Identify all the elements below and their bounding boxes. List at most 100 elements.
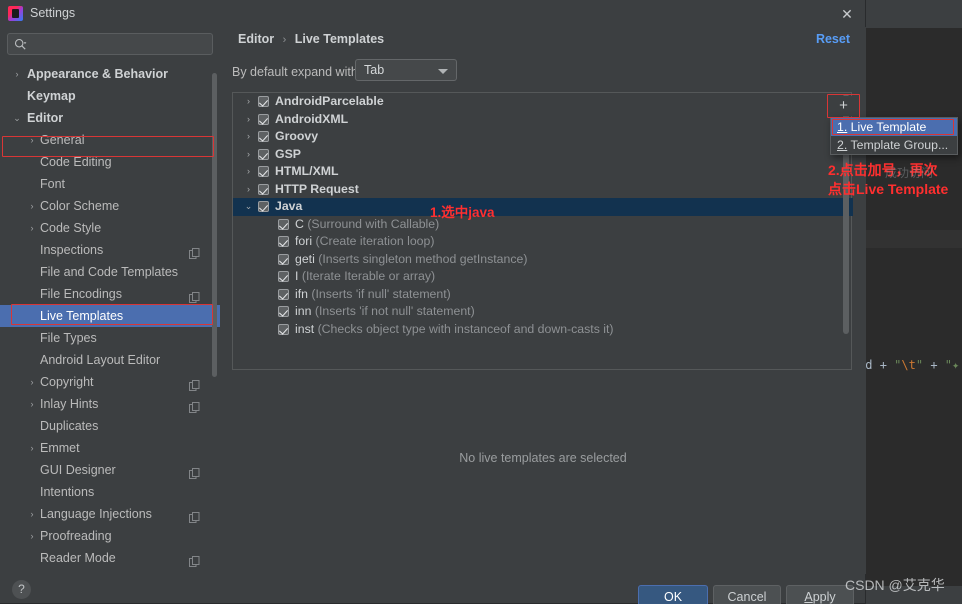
sidebar-item-intentions[interactable]: Intentions	[0, 481, 220, 503]
template-group-row[interactable]: ›HTML/XML	[233, 163, 853, 181]
sidebar-item-inlay-hints[interactable]: ›Inlay Hints	[0, 393, 220, 415]
template-checkbox[interactable]	[258, 184, 269, 195]
template-checkbox[interactable]	[258, 149, 269, 160]
settings-category-tree[interactable]: ›Appearance & BehaviorKeymap⌄Editor›Gene…	[0, 63, 220, 601]
sidebar-item-appearance-behavior[interactable]: ›Appearance & Behavior	[0, 63, 220, 85]
sidebar-item-label: Editor	[27, 107, 63, 129]
sidebar-item-live-templates[interactable]: Live Templates	[0, 305, 220, 327]
sidebar-item-duplicates[interactable]: Duplicates	[0, 415, 220, 437]
breadcrumb-parent[interactable]: Editor	[238, 32, 274, 46]
template-item-row[interactable]: geti (Inserts singleton method getInstan…	[233, 251, 853, 269]
ide-editor-tab[interactable]	[866, 6, 962, 28]
ide-status-bar	[866, 586, 962, 604]
reset-link[interactable]: Reset	[816, 32, 850, 46]
chevron-right-icon[interactable]: ›	[243, 163, 254, 181]
chevron-right-icon[interactable]: ›	[243, 111, 254, 129]
template-checkbox[interactable]	[278, 236, 289, 247]
sidebar-item-file-and-code-templates[interactable]: File and Code Templates	[0, 261, 220, 283]
template-group-row[interactable]: › AndroidXML	[233, 111, 853, 129]
search-icon	[14, 38, 27, 51]
template-checkbox[interactable]	[258, 201, 269, 212]
template-checkbox[interactable]	[258, 166, 269, 177]
chevron-down-icon[interactable]: ⌄	[243, 198, 254, 216]
sidebar-item-proofreading[interactable]: ›Proofreading	[0, 525, 220, 547]
add-template-button[interactable]: +	[830, 96, 857, 116]
template-item-row[interactable]: fori (Create iteration loop)	[233, 233, 853, 251]
template-item-row[interactable]: inn (Inserts 'if not null' statement)	[233, 303, 853, 321]
template-group-row[interactable]: ›GSP	[233, 146, 853, 164]
chevron-down-icon[interactable]: ⌄	[11, 107, 23, 129]
cancel-button[interactable]: Cancel	[713, 585, 781, 604]
settings-dialog: Settings ✕ ›Appearance & BehaviorK	[0, 0, 866, 604]
chevron-right-icon[interactable]: ›	[26, 393, 38, 415]
template-item-row[interactable]: C (Surround with Callable)	[233, 216, 853, 234]
template-group-row[interactable]: ⌄Java	[233, 198, 853, 216]
template-checkbox[interactable]	[278, 306, 289, 317]
ide-editor-area	[866, 6, 962, 604]
template-group-name: AndroidXML	[275, 111, 348, 129]
chevron-right-icon[interactable]: ›	[26, 503, 38, 525]
chevron-right-icon[interactable]: ›	[26, 217, 38, 239]
popup-menu-item-2[interactable]: 2. Template Group...	[831, 136, 957, 154]
sidebar-item-code-editing[interactable]: Code Editing	[0, 151, 220, 173]
sidebar-item-general[interactable]: ›General	[0, 129, 220, 151]
sidebar-item-reader-mode[interactable]: Reader Mode	[0, 547, 220, 569]
chevron-right-icon[interactable]: ›	[11, 63, 23, 85]
template-description: (Inserts 'if not null' statement)	[315, 304, 475, 318]
sidebar-item-keymap[interactable]: Keymap	[0, 85, 220, 107]
search-field-wrapper	[7, 33, 213, 55]
template-checkbox[interactable]	[258, 96, 269, 107]
code-token-operator-2: +	[930, 358, 937, 372]
chevron-right-icon[interactable]: ›	[26, 129, 38, 151]
chevron-right-icon[interactable]: ›	[243, 146, 254, 164]
template-checkbox[interactable]	[278, 324, 289, 335]
ok-button[interactable]: OK	[638, 585, 708, 604]
sidebar-item-gui-designer[interactable]: GUI Designer	[0, 459, 220, 481]
add-template-popup-menu[interactable]: 1. Live Template2. Template Group...	[830, 117, 958, 155]
chevron-right-icon[interactable]: ›	[26, 195, 38, 217]
template-group-row[interactable]: ›AndroidParcelable	[233, 93, 853, 111]
template-group-row[interactable]: ›Groovy	[233, 128, 853, 146]
template-checkbox[interactable]	[258, 114, 269, 125]
expand-with-value: Tab	[364, 63, 384, 77]
chevron-right-icon[interactable]: ›	[26, 437, 38, 459]
chevron-right-icon[interactable]: ›	[26, 525, 38, 547]
sidebar-scrollbar[interactable]	[212, 73, 217, 377]
template-checkbox[interactable]	[278, 219, 289, 230]
sidebar-item-file-types[interactable]: File Types	[0, 327, 220, 349]
template-group-row[interactable]: ›HTTP Request	[233, 181, 853, 199]
sidebar-item-inspections[interactable]: Inspections	[0, 239, 220, 261]
sidebar-item-font[interactable]: Font	[0, 173, 220, 195]
template-checkbox[interactable]	[258, 131, 269, 142]
search-input[interactable]	[32, 34, 208, 54]
sidebar-item-code-style[interactable]: ›Code Style	[0, 217, 220, 239]
template-item-row[interactable]: ifn (Inserts 'if null' statement)	[233, 286, 853, 304]
template-checkbox[interactable]	[278, 254, 289, 265]
sidebar-item-color-scheme[interactable]: ›Color Scheme	[0, 195, 220, 217]
apply-button[interactable]: Apply	[786, 585, 854, 604]
help-button[interactable]: ?	[12, 580, 31, 599]
sidebar-item-copyright[interactable]: ›Copyright	[0, 371, 220, 393]
close-icon[interactable]: ✕	[838, 5, 856, 23]
sidebar-item-editor[interactable]: ⌄Editor	[0, 107, 220, 129]
sidebar-item-android-layout-editor[interactable]: Android Layout Editor	[0, 349, 220, 371]
popup-menu-item-1[interactable]: 1. Live Template	[831, 118, 957, 136]
chevron-right-icon[interactable]: ›	[26, 371, 38, 393]
expand-with-label: By default expand with	[232, 65, 358, 79]
expand-with-dropdown[interactable]: Tab	[355, 59, 457, 81]
chevron-right-icon[interactable]: ›	[243, 181, 254, 199]
search-box[interactable]	[7, 33, 213, 55]
intellij-idea-icon	[8, 6, 23, 21]
chevron-right-icon[interactable]: ›	[243, 128, 254, 146]
apply-button-mnemonic: A	[804, 590, 812, 604]
sidebar-item-emmet[interactable]: ›Emmet	[0, 437, 220, 459]
chevron-right-icon[interactable]: ›	[243, 93, 254, 111]
template-checkbox[interactable]	[278, 289, 289, 300]
template-item-row[interactable]: I (Iterate Iterable or array)	[233, 268, 853, 286]
live-templates-tree[interactable]: ›AndroidParcelable›AndroidXML›Groovy›GSP…	[233, 93, 853, 369]
sidebar-item-language-injections[interactable]: ›Language Injections	[0, 503, 220, 525]
template-checkbox[interactable]	[278, 271, 289, 282]
template-item-row[interactable]: inst (Checks object type with instanceof…	[233, 321, 853, 339]
sidebar-item-label: Duplicates	[40, 415, 98, 437]
sidebar-item-file-encodings[interactable]: File Encodings	[0, 283, 220, 305]
